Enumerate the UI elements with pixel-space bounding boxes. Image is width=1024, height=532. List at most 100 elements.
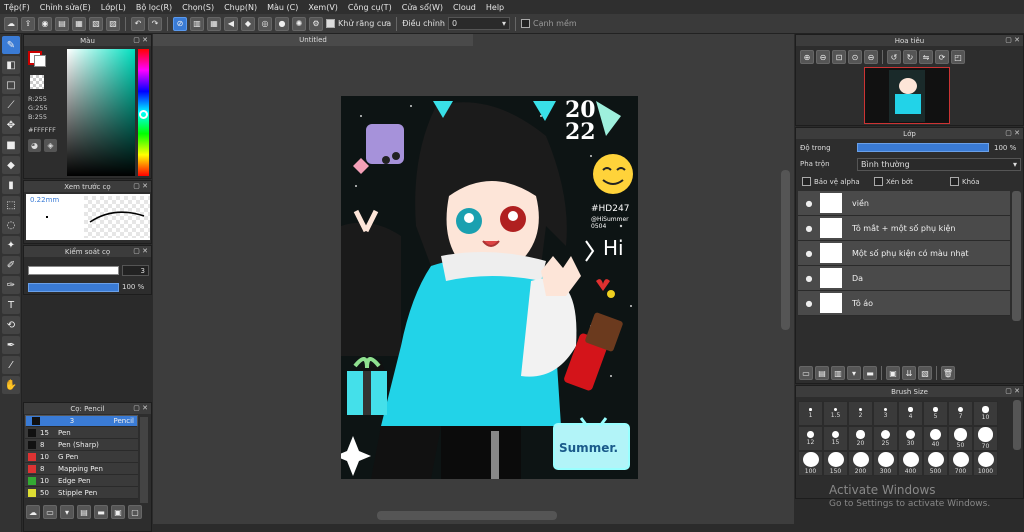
brush-size-option[interactable]: 50 <box>948 426 973 451</box>
add-brush-icon[interactable]: ▭ <box>43 505 57 519</box>
hue-handle[interactable] <box>139 110 148 119</box>
gradient-icon[interactable]: ▮ <box>2 176 20 194</box>
brush-size-input[interactable]: 3 <box>122 265 149 276</box>
menu-item[interactable]: Tệp(F) <box>4 3 30 12</box>
redo-icon[interactable]: ↷ <box>148 16 162 31</box>
brush-list-item[interactable]: 50 Stipple Pen <box>25 487 138 499</box>
menu-item[interactable]: Chọn(S) <box>182 3 214 12</box>
document-tab[interactable]: Untitled <box>153 34 473 46</box>
select-grid-icon[interactable]: ▦ <box>207 16 221 31</box>
grid-icon[interactable]: ▨ <box>106 16 120 31</box>
navigator-settings-icon[interactable]: ◰ <box>951 50 965 64</box>
lock-option[interactable]: Khóa <box>950 177 980 186</box>
brush-opacity-slider[interactable] <box>28 283 119 292</box>
folder-icon[interactable]: ▤ <box>55 16 69 31</box>
visibility-icon[interactable]: ● <box>798 299 820 308</box>
settings-icon[interactable]: ⚙ <box>309 16 323 31</box>
antialias-checkbox[interactable] <box>326 19 335 28</box>
brush-size-option[interactable]: 1000 <box>973 451 998 476</box>
lasso-icon[interactable]: ◌ <box>2 216 20 234</box>
new-layer-8bit-icon[interactable]: ▤ <box>815 366 829 380</box>
delete-layer-icon[interactable]: 🗑 <box>941 366 955 380</box>
new-layer-icon[interactable]: ▭ <box>799 366 813 380</box>
artwork[interactable]: 20 22 #HD247 @HiSummer 0504 Hi Summer. <box>341 96 638 479</box>
brush-size-option[interactable]: 200 <box>848 451 873 476</box>
brush-size-option[interactable]: 15 <box>823 426 848 451</box>
panel-close-icon[interactable]: ▢ ✕ <box>1005 387 1020 395</box>
zoom-out-icon[interactable]: ⊖ <box>816 50 830 64</box>
transparent-color-swatch[interactable] <box>30 75 44 89</box>
brush-size-option[interactable]: 40 <box>923 426 948 451</box>
menu-item[interactable]: Chỉnh sửa(E) <box>40 3 91 12</box>
cloud-brush-icon[interactable]: ☁ <box>26 505 40 519</box>
new-layer-1bit-icon[interactable]: ▥ <box>831 366 845 380</box>
brush-size-option[interactable]: 30 <box>898 426 923 451</box>
layer-row[interactable]: ● Tô mắt + một số phụ kiện <box>798 216 1010 241</box>
visibility-icon[interactable]: ● <box>798 199 820 208</box>
adjust-select[interactable]: 0 ▾ <box>447 17 510 30</box>
select-arrow-icon[interactable]: ◀ <box>224 16 238 31</box>
canvas-horizontal-scrollbar[interactable] <box>377 511 557 520</box>
brush-size-option[interactable]: 2 <box>848 401 873 426</box>
protect-alpha-option[interactable]: Bảo vệ alpha <box>802 177 860 186</box>
layer-opacity-slider[interactable] <box>857 143 989 152</box>
color-picker-icon[interactable]: ◈ <box>44 139 57 152</box>
brush-list-item[interactable]: 3 Pencil <box>25 415 138 427</box>
menu-item[interactable]: Help <box>486 3 504 12</box>
pen-icon[interactable]: ✒ <box>2 336 20 354</box>
duplicate-brush-icon[interactable]: ▣ <box>111 505 125 519</box>
brush-icon[interactable]: ✎ <box>2 36 20 54</box>
brush-size-option[interactable]: 100 <box>798 451 823 476</box>
divide-icon[interactable]: ⟲ <box>2 316 20 334</box>
brush-list-item[interactable]: 8 Pen (Sharp) <box>25 439 138 451</box>
upload-icon[interactable]: ⇪ <box>21 16 35 31</box>
clear-layer-icon[interactable]: ▧ <box>918 366 932 380</box>
layer-row[interactable]: ● Một số phụ kiện có màu nhạt <box>798 241 1010 266</box>
panel-close-icon[interactable]: ▢ ✕ <box>1005 36 1020 44</box>
brush-size-option[interactable]: 25 <box>873 426 898 451</box>
fit-icon[interactable]: ⊡ <box>832 50 846 64</box>
select-transform-icon[interactable]: ◆ <box>241 16 255 31</box>
panel-close-icon[interactable]: ▢ ✕ <box>133 182 148 190</box>
visibility-icon[interactable]: ● <box>798 224 820 233</box>
canvas-vertical-scrollbar[interactable] <box>781 170 790 330</box>
panel-close-icon[interactable]: ▢ ✕ <box>1005 129 1020 137</box>
layer-folder-icon[interactable]: ▬ <box>863 366 877 380</box>
brush-size-option[interactable]: 7 <box>948 401 973 426</box>
flip-icon[interactable]: ⇋ <box>919 50 933 64</box>
brush-size-option[interactable]: 500 <box>923 451 948 476</box>
clipping-checkbox[interactable] <box>874 177 883 186</box>
bucket-icon[interactable]: ◆ <box>2 156 20 174</box>
protect-alpha-checkbox[interactable] <box>802 177 811 186</box>
brush-menu-icon[interactable]: ▾ <box>60 505 74 519</box>
export-icon[interactable]: ▧ <box>89 16 103 31</box>
brush-size-option[interactable]: 400 <box>898 451 923 476</box>
rect-fill-icon[interactable]: ■ <box>2 136 20 154</box>
layer-menu-icon[interactable]: ▾ <box>847 366 861 380</box>
chat-icon[interactable]: ◉ <box>38 16 52 31</box>
brush-size-option[interactable]: 1.5 <box>823 401 848 426</box>
select-pen-icon[interactable]: ✐ <box>2 256 20 274</box>
brush-list-item[interactable]: 15 Pen <box>25 427 138 439</box>
deselect-icon[interactable]: ⊘ <box>173 16 187 31</box>
lock-checkbox[interactable] <box>950 177 959 186</box>
panel-close-icon[interactable]: ▢ ✕ <box>133 247 148 255</box>
brush-size-option[interactable]: 4 <box>898 401 923 426</box>
brush-size-option[interactable]: 20 <box>848 426 873 451</box>
eraser-icon[interactable]: ◧ <box>2 56 20 74</box>
line-icon[interactable]: ⟋ <box>2 96 20 114</box>
menu-item[interactable]: Chụp(N) <box>224 3 257 12</box>
menu-item[interactable]: Bộ lọc(R) <box>136 3 172 12</box>
merge-layer-icon[interactable]: ⇊ <box>902 366 916 380</box>
select-pattern-icon[interactable]: ▥ <box>190 16 204 31</box>
soft-edge-checkbox[interactable] <box>520 19 530 28</box>
clipping-option[interactable]: Xén bớt <box>874 177 913 186</box>
layer-row[interactable]: ● viền <box>798 191 1010 216</box>
saturation-value-square[interactable] <box>67 49 135 176</box>
brush-list-item[interactable]: 10 G Pen <box>25 451 138 463</box>
background-color-swatch[interactable] <box>34 55 46 67</box>
brush-size-option[interactable]: 300 <box>873 451 898 476</box>
delete-brush-icon[interactable]: ▢ <box>128 505 142 519</box>
select-dot-icon[interactable]: ● <box>275 16 289 31</box>
undo-icon[interactable]: ↶ <box>131 16 145 31</box>
